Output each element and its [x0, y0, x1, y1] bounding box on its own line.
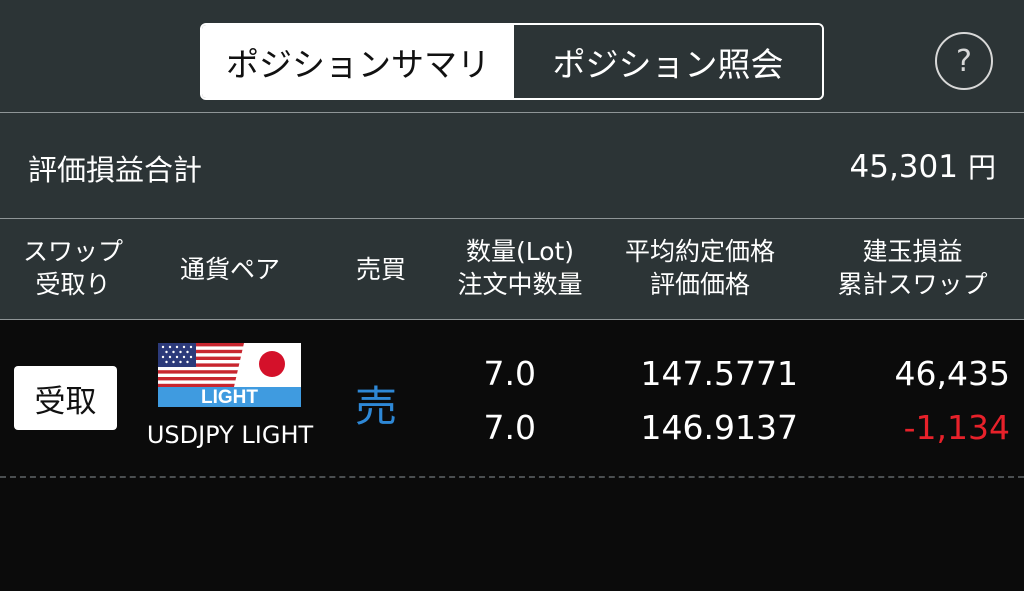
receive-swap-button[interactable]: 受取 [14, 366, 117, 430]
pl-total-value: 45,301 円 [850, 146, 997, 186]
eval-price-value: 146.9137 [640, 408, 798, 447]
position-row[interactable]: 受取 LIGHT USDJPY LIGHT 売 7.0 7.0 147.5771… [0, 320, 1024, 478]
col-profit-loss: 建玉損益 累計スワップ [820, 235, 1005, 301]
pl-total-amount: 45,301 [849, 149, 958, 185]
col-swap-receive: スワップ 受取り [12, 235, 134, 301]
pl-summary: 評価損益合計 45,301 円 [0, 113, 1024, 219]
col-price-line1: 平均約定価格 [624, 237, 775, 266]
position-pl-value: 46,435 [894, 354, 1010, 393]
app: ポジションサマリ ポジション照会 ? 評価損益合計 45,301 円 スワップ … [0, 0, 1024, 591]
usdjpy-flag-icon: LIGHT [158, 343, 301, 408]
col-swap-receive-line1: スワップ [22, 237, 123, 266]
avg-price-value: 147.5771 [640, 354, 798, 393]
col-quantity: 数量(Lot) 注文中数量 [440, 235, 600, 301]
help-icon[interactable]: ? [935, 32, 993, 90]
col-price: 平均約定価格 評価価格 [610, 235, 790, 301]
side-sell-label: 売 [355, 382, 398, 431]
col-swap-receive-line2: 受取り [35, 270, 111, 299]
col-price-line2: 評価価格 [649, 270, 750, 299]
column-header: スワップ 受取り 通貨ペア 売買 数量(Lot) 注文中数量 平均約定価格 評価… [0, 219, 1024, 320]
col-quantity-line1: 数量(Lot) [465, 237, 575, 266]
quantity-value: 7.0 [483, 354, 536, 393]
col-quantity-line2: 注文中数量 [457, 270, 583, 299]
view-segmented-control: ポジションサマリ ポジション照会 [200, 23, 824, 100]
order-quantity-value: 7.0 [483, 408, 536, 447]
col-buy-sell: 売買 [355, 255, 406, 284]
col-profit-loss-line1: 建玉損益 [862, 237, 963, 266]
col-currency-pair: 通貨ペア [179, 255, 280, 284]
cumulative-swap-value: -1,134 [903, 408, 1010, 447]
pl-total-unit: 円 [967, 151, 996, 184]
col-profit-loss-line2: 累計スワップ [837, 270, 988, 299]
tab-position-summary[interactable]: ポジションサマリ [202, 25, 514, 98]
pl-total-label: 評価損益合計 [28, 153, 203, 187]
currency-pair-name: USDJPY LIGHT [146, 421, 314, 449]
header-bar: ポジションサマリ ポジション照会 ? [0, 0, 1024, 113]
flag-light-text: LIGHT [201, 387, 258, 407]
tab-position-inquiry[interactable]: ポジション照会 [514, 25, 822, 98]
